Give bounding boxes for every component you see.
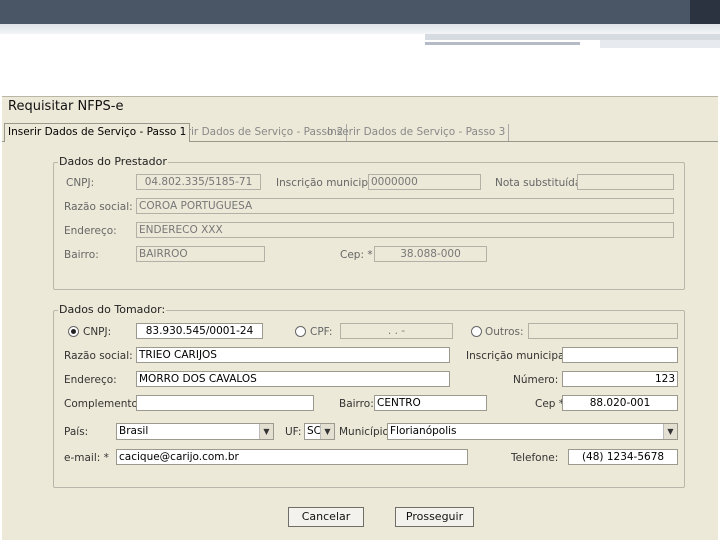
prestador-nota-label: Nota substituída: <box>495 177 585 189</box>
prestador-cep-label: Cep: * <box>340 249 373 261</box>
tomador-numero-field[interactable]: 123 <box>562 371 678 387</box>
prestador-razao-label: Razão social: <box>64 201 133 213</box>
tab-step-3[interactable]: Inserir Dados de Serviço - Passo 3 <box>324 124 510 141</box>
tomador-bairro-field[interactable]: CENTRO <box>374 395 487 411</box>
tomador-bairro-label: Bairro: <box>339 398 374 410</box>
tomador-telefone-field[interactable]: (48) 1234-5678 <box>568 449 678 465</box>
tomador-email-label: e-mail: * <box>64 452 109 464</box>
prestador-bairro-label: Bairro: <box>64 249 99 261</box>
tomador-cpf-field[interactable]: . . - <box>340 323 453 339</box>
municipio-selected-value: Florianópolis <box>390 425 457 437</box>
prestador-cep-field[interactable]: 38.088-000 <box>374 246 487 262</box>
prestador-cnpj-label: CNPJ: <box>66 177 95 189</box>
tomador-cpf-radio[interactable] <box>295 326 306 337</box>
chevron-down-icon[interactable]: ▼ <box>259 424 273 439</box>
prestador-inscricao-field[interactable]: 0000000 <box>368 174 481 190</box>
slide-header-bar <box>0 0 720 24</box>
tomador-cnpj-field[interactable]: 83.930.545/0001-24 <box>136 323 263 339</box>
tomador-outros-radio[interactable] <box>471 326 482 337</box>
tomador-inscricao-field[interactable] <box>562 347 678 363</box>
nfpse-window: Requisitar NFPS-e Inserir Dados de Servi… <box>2 96 718 540</box>
tomador-cep-field[interactable]: 88.020-001 <box>562 395 678 411</box>
proceed-button[interactable]: Prosseguir <box>395 507 474 527</box>
prestador-endereco-label: Endereço: <box>64 225 117 237</box>
prestador-bairro-field[interactable]: BAIRROO <box>136 246 265 262</box>
tomador-cnpj-radio[interactable] <box>68 326 79 337</box>
tomador-cep-label: Cep * <box>535 398 565 410</box>
tomador-uf-select[interactable]: SC ▼ <box>304 423 335 440</box>
pais-selected-value: Brasil <box>119 425 149 437</box>
prestador-razao-field[interactable]: COROA PORTUGUESA <box>136 198 674 214</box>
cancel-button[interactable]: Cancelar <box>288 507 364 527</box>
prestador-endereco-field[interactable]: ENDERECO XXX <box>136 222 674 238</box>
tomador-cpf-label: CPF: <box>310 326 333 338</box>
tomador-uf-label: UF: <box>285 426 302 438</box>
tomador-email-field[interactable]: cacique@carijo.com.br <box>116 449 468 465</box>
tomador-numero-label: Número: <box>513 374 559 386</box>
tomador-complemento-field[interactable] <box>136 395 314 411</box>
tomador-complemento-label: Complemento: <box>64 398 142 410</box>
tomador-outros-label: Outros: <box>485 326 524 338</box>
tomador-municipio-select[interactable]: Florianópolis ▼ <box>387 423 678 440</box>
tomador-outros-field[interactable] <box>528 323 678 339</box>
prestador-nota-field[interactable] <box>577 174 674 190</box>
tomador-telefone-label: Telefone: <box>511 452 559 464</box>
tomador-pais-select[interactable]: Brasil ▼ <box>116 423 274 440</box>
radio-selected-dot <box>71 329 76 334</box>
slide-header-stripe <box>0 24 720 34</box>
window-title: Requisitar NFPS-e <box>8 99 124 114</box>
prestador-cnpj-field[interactable]: 04.802.335/5185-71 <box>136 174 261 190</box>
tomador-razao-field[interactable]: TRIEO CARIJOS <box>136 347 450 363</box>
tab-panel: Dados do Prestador CNPJ: 04.802.335/5185… <box>2 141 718 540</box>
uf-selected-value: SC <box>307 425 321 437</box>
prestador-legend: Dados do Prestador <box>58 155 168 168</box>
slide-header-stripe <box>425 42 580 45</box>
tomador-pais-label: País: <box>64 426 89 438</box>
slide-header-stripe <box>600 40 720 48</box>
tab-step-1[interactable]: Inserir Dados de Serviço - Passo 1 <box>4 123 191 142</box>
tomador-municipio-label: Município <box>339 426 389 438</box>
tomador-endereco-label: Endereço: <box>64 374 117 386</box>
tomador-endereco-field[interactable]: MORRO DOS CAVALOS <box>136 371 450 387</box>
chevron-down-icon[interactable]: ▼ <box>320 424 334 439</box>
prestador-inscricao-label: Inscrição municipal: <box>276 177 381 189</box>
slide-header-accent <box>690 0 720 24</box>
tomador-legend: Dados do Tomador: <box>58 303 167 316</box>
tomador-inscricao-label: Inscrição municipal: <box>466 350 571 362</box>
chevron-down-icon[interactable]: ▼ <box>663 424 677 439</box>
tomador-cnpj-label: CNPJ: <box>83 326 112 338</box>
tomador-razao-label: Razão social: <box>64 350 133 362</box>
